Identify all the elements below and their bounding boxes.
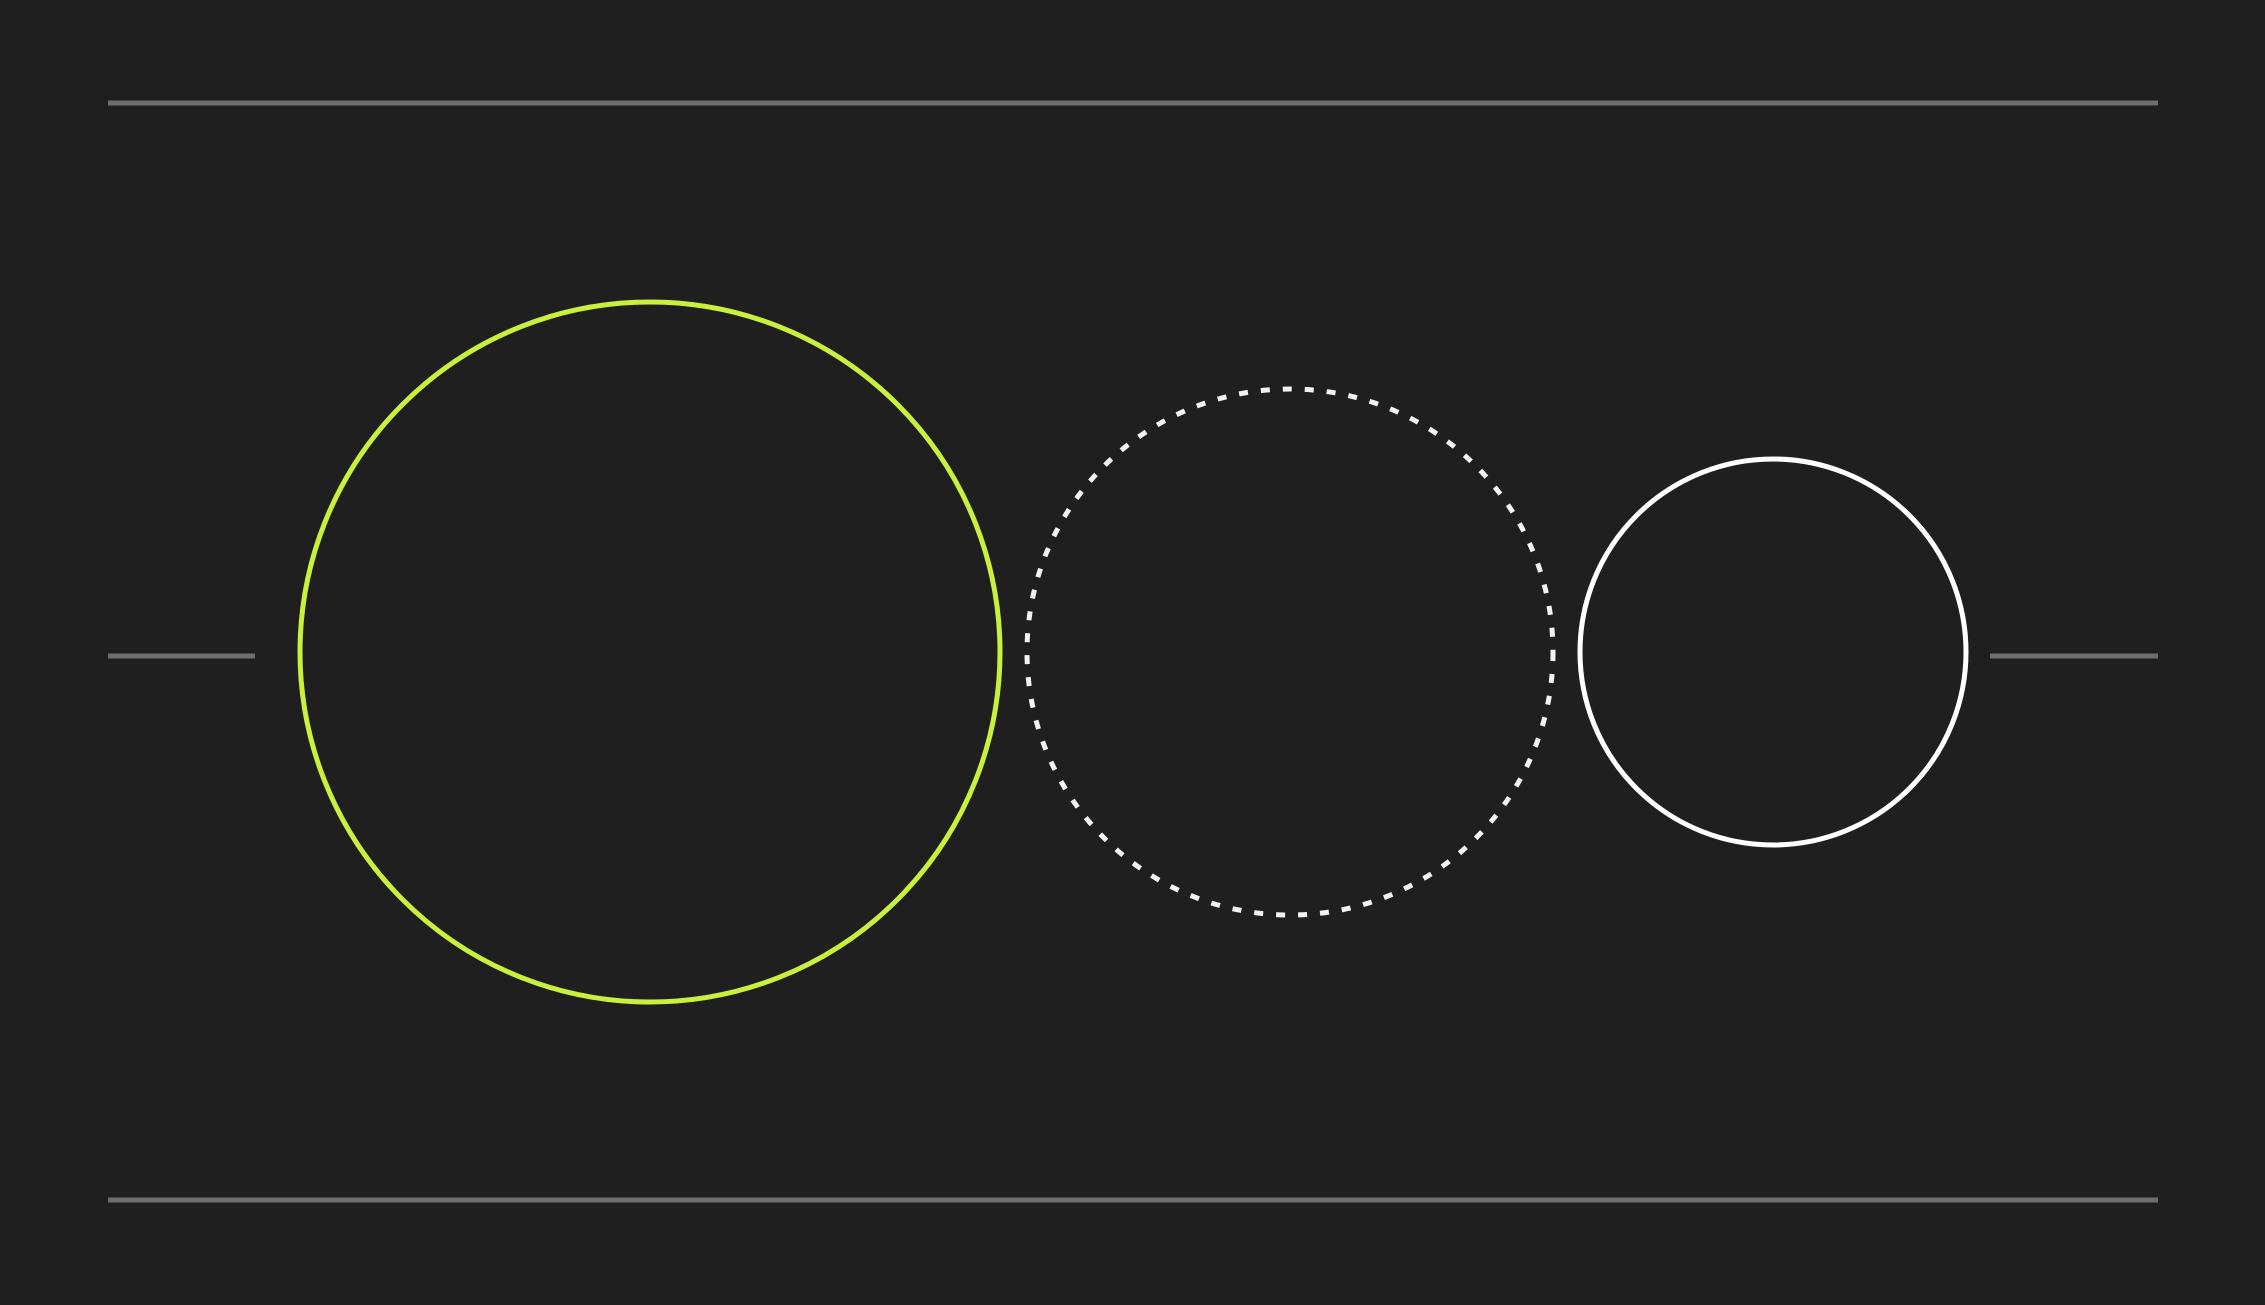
background <box>0 0 2265 1305</box>
diagram-canvas <box>0 0 2265 1305</box>
